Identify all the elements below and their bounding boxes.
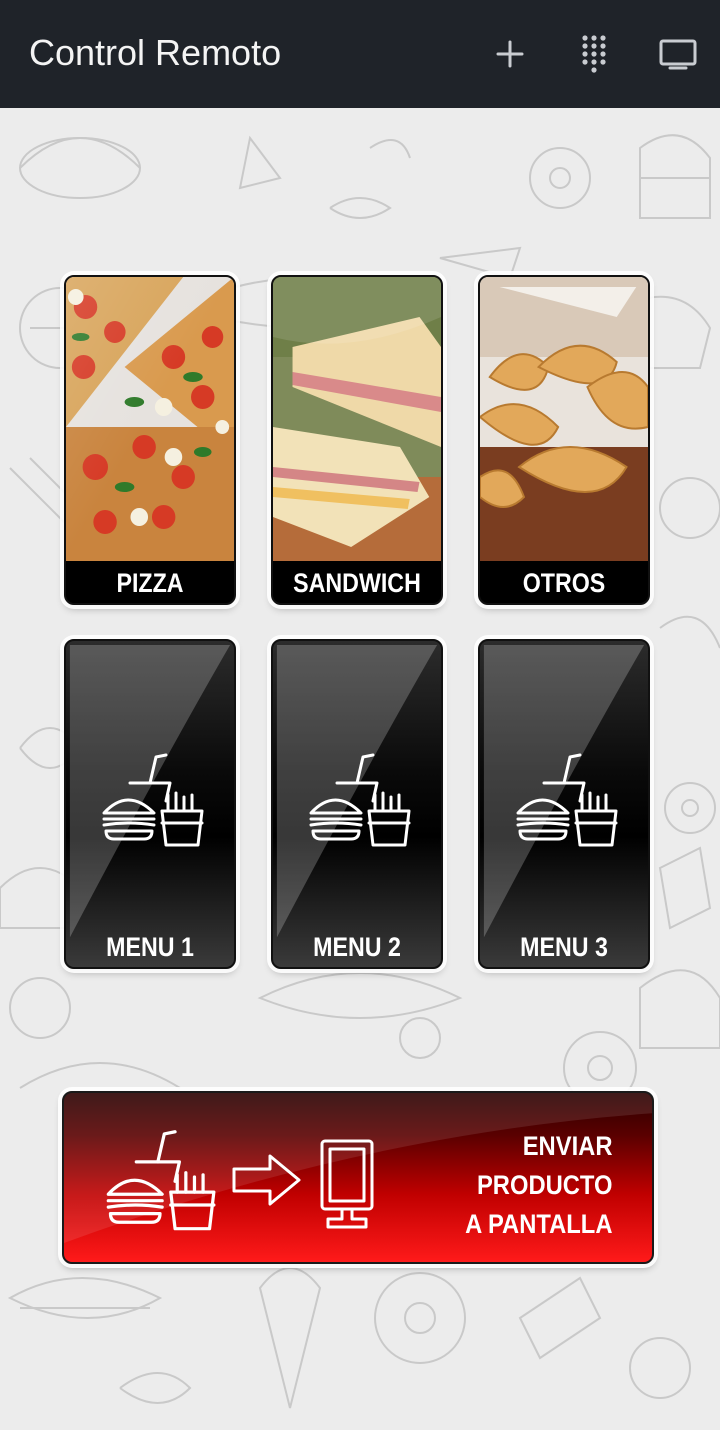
display-stand-icon <box>320 1139 374 1229</box>
send-product-to-screen-button[interactable]: ENVIAR PRODUCTO A PANTALLA <box>62 1091 654 1264</box>
app-bar: Control Remoto <box>0 0 720 108</box>
category-label: PIZZA <box>116 568 184 598</box>
dialpad-button[interactable] <box>570 30 618 78</box>
category-label: OTROS <box>522 568 606 598</box>
plus-icon <box>496 40 524 68</box>
menu-1-button[interactable]: MENU 1 <box>64 639 236 969</box>
category-sandwich-button[interactable]: SANDWICH <box>271 275 443 605</box>
send-button-text: ENVIAR PRODUCTO A PANTALLA <box>445 1127 612 1244</box>
app-title: Control Remoto <box>29 32 282 73</box>
menu-label: MENU 3 <box>520 932 608 962</box>
category-label: SANDWICH <box>293 568 421 598</box>
menu-label: MENU 2 <box>313 932 401 962</box>
combo-meal-icon <box>102 753 204 847</box>
menu-3-button[interactable]: MENU 3 <box>478 639 650 969</box>
dialpad-icon <box>582 35 606 73</box>
menu-2-button[interactable]: MENU 2 <box>271 639 443 969</box>
sandwich-photo <box>273 277 441 561</box>
add-button[interactable] <box>486 30 534 78</box>
combo-meal-icon <box>309 753 411 847</box>
menu-label: MENU 1 <box>106 932 194 962</box>
cast-screen-button[interactable] <box>654 30 702 78</box>
send-line-2: PRODUCTO <box>476 1170 612 1200</box>
category-otros-button[interactable]: OTROS <box>478 275 650 605</box>
combo-meal-icon <box>516 753 618 847</box>
arrow-right-icon <box>232 1154 301 1206</box>
send-line-3: A PANTALLA <box>464 1209 612 1239</box>
send-line-1: ENVIAR <box>522 1131 612 1161</box>
empanadas-photo <box>480 277 648 561</box>
category-pizza-button[interactable]: PIZZA <box>64 275 236 605</box>
pizza-photo <box>66 277 234 561</box>
cast-screen-icon <box>659 39 697 70</box>
combo-meal-icon <box>106 1130 216 1231</box>
